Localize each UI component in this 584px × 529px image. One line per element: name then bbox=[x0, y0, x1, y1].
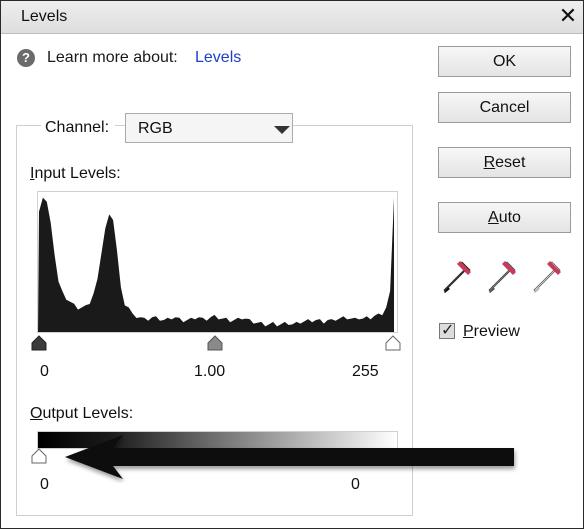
reset-rest: eset bbox=[495, 154, 526, 171]
help-text: Learn more about: bbox=[47, 49, 178, 66]
channel-select[interactable]: RGB bbox=[125, 113, 293, 143]
annotation-arrow-icon bbox=[65, 435, 514, 479]
preview-label[interactable]: Preview bbox=[463, 323, 520, 341]
preview-checkbox[interactable]: ✓ bbox=[439, 322, 455, 339]
checkmark-icon: ✓ bbox=[441, 322, 455, 339]
histogram-shape bbox=[38, 197, 394, 332]
output-black-slider[interactable] bbox=[30, 448, 48, 464]
output-levels-rest: utput Levels: bbox=[42, 405, 134, 422]
reset-mnemonic: R bbox=[483, 154, 496, 171]
chevron-down-icon bbox=[274, 126, 290, 134]
preview-mnemonic: P bbox=[463, 323, 474, 340]
output-black-value[interactable]: 0 bbox=[40, 476, 49, 494]
auto-button[interactable]: Auto bbox=[438, 202, 571, 233]
histogram bbox=[37, 191, 398, 333]
cancel-button[interactable]: Cancel bbox=[438, 92, 571, 123]
gray-eyedropper-icon[interactable] bbox=[487, 259, 519, 295]
input-white-value[interactable]: 255 bbox=[352, 363, 379, 381]
reset-button[interactable]: Reset bbox=[438, 147, 571, 178]
channel-select-value: RGB bbox=[138, 120, 173, 137]
auto-rest: uto bbox=[498, 209, 521, 226]
histogram-svg bbox=[38, 197, 394, 332]
close-icon[interactable]: ✕ bbox=[557, 5, 579, 27]
title-bar: Levels ✕ bbox=[1, 1, 583, 34]
levels-dialog: Levels ✕ ? Learn more about: Levels Chan… bbox=[0, 0, 584, 529]
input-levels-rest: nput Levels: bbox=[34, 165, 121, 182]
white-eyedropper-icon[interactable] bbox=[532, 259, 564, 295]
black-eyedropper-icon[interactable] bbox=[442, 259, 474, 295]
help-link-levels[interactable]: Levels bbox=[195, 49, 241, 67]
output-levels-mnemonic: O bbox=[30, 405, 43, 422]
output-levels-label: Output Levels: bbox=[30, 405, 133, 423]
window-title: Levels bbox=[21, 8, 68, 25]
input-black-slider[interactable] bbox=[30, 335, 48, 351]
ok-button[interactable]: OK bbox=[438, 46, 571, 77]
channel-label: Channel: bbox=[41, 119, 116, 137]
input-levels-label: Input Levels: bbox=[30, 165, 121, 183]
input-gamma-slider[interactable] bbox=[206, 335, 224, 351]
input-black-value[interactable]: 0 bbox=[40, 363, 49, 381]
input-gamma-value[interactable]: 1.00 bbox=[194, 363, 225, 381]
question-icon: ? bbox=[17, 49, 35, 67]
preview-rest: review bbox=[473, 323, 520, 340]
input-white-slider[interactable] bbox=[384, 335, 402, 351]
auto-mnemonic: A bbox=[488, 209, 499, 226]
